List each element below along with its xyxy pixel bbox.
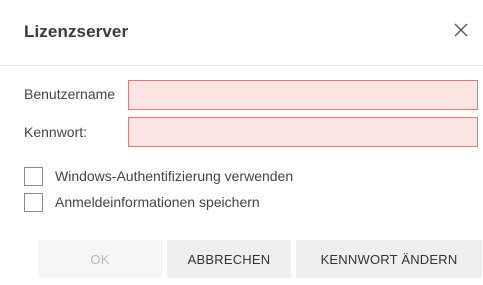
ok-button[interactable]: OK <box>38 240 162 278</box>
username-input[interactable] <box>128 80 478 110</box>
save-credentials-label: Anmeldeinformationen speichern <box>55 194 260 210</box>
license-server-dialog: Lizenzserver Benutzername Kennwort: Wind… <box>0 0 483 285</box>
windows-auth-label: Windows-Authentifizierung verwenden <box>55 168 294 184</box>
save-credentials-option[interactable]: Anmeldeinformationen speichern <box>24 191 260 213</box>
close-button[interactable] <box>447 18 475 46</box>
save-credentials-checkbox[interactable] <box>24 192 43 212</box>
dialog-title-bar: Lizenzserver <box>0 0 483 66</box>
username-label: Benutzername <box>24 86 116 102</box>
cancel-button[interactable]: ABBRECHEN <box>167 240 291 278</box>
password-label: Kennwort: <box>24 124 88 140</box>
dialog-title: Lizenzserver <box>24 22 129 41</box>
windows-auth-option[interactable]: Windows-Authentifizierung verwenden <box>24 165 293 187</box>
change-password-button[interactable]: KENNWORT ÄNDERN <box>296 240 482 278</box>
windows-auth-checkbox[interactable] <box>24 166 43 186</box>
close-icon <box>454 23 468 42</box>
password-input[interactable] <box>128 117 478 147</box>
